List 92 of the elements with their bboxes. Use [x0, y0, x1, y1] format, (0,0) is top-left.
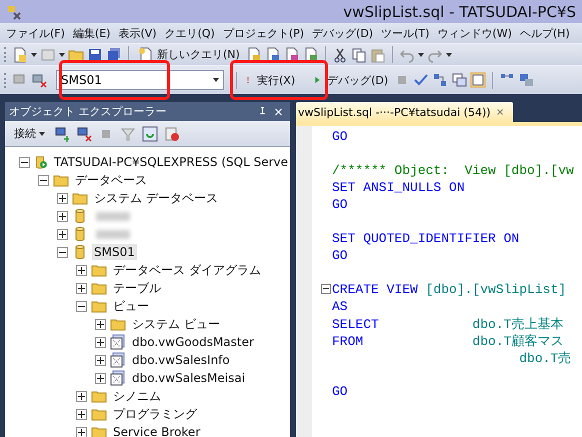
- expand-toggle[interactable]: [76, 408, 87, 420]
- view-icon: [110, 334, 126, 350]
- database-combo[interactable]: SMS01: [56, 70, 224, 90]
- execute-button[interactable]: 実行(X): [243, 71, 298, 89]
- menu-item[interactable]: デバッグ(D): [308, 26, 378, 40]
- caret-icon: [446, 52, 452, 56]
- expand-toggle[interactable]: [76, 390, 87, 402]
- caret-icon: [59, 52, 65, 56]
- collapse-toggle[interactable]: [57, 246, 68, 258]
- tree-item[interactable]: ビュー: [111, 296, 151, 316]
- tree-item[interactable]: シノニム: [111, 386, 163, 406]
- caret-icon: [31, 52, 37, 56]
- expand-toggle[interactable]: [95, 354, 106, 366]
- code-line: SELECT dbo.T売上基本: [332, 316, 564, 332]
- expand-toggle[interactable]: [76, 264, 87, 276]
- tree-item[interactable]: Service Broker: [111, 424, 202, 437]
- tree-item[interactable]: データベース: [73, 170, 149, 190]
- disconnect-icon[interactable]: [31, 72, 47, 88]
- menu-item[interactable]: 表示(V): [114, 26, 161, 40]
- code-line: GO: [332, 197, 348, 212]
- tree-item[interactable]: dbo.vwSalesInfo: [130, 352, 232, 368]
- tree-item[interactable]: dbo.vwSalesMeisai: [130, 370, 248, 386]
- new-document-icon[interactable]: [12, 46, 28, 62]
- query-plan-icon[interactable]: [432, 72, 448, 88]
- expand-toggle[interactable]: [95, 318, 106, 330]
- menu-item[interactable]: ファイル(F): [2, 26, 69, 40]
- connect-icon[interactable]: [54, 126, 70, 142]
- windows-icon[interactable]: [451, 72, 468, 88]
- disconnect-icon[interactable]: [76, 126, 92, 142]
- code-line: dbo.T売: [518, 350, 572, 366]
- expand-toggle[interactable]: [95, 372, 106, 384]
- menu-item[interactable]: クエリ(Q): [160, 26, 219, 40]
- tree-item[interactable]: TATSUDAI-PC¥SQLEXPRESS (SQL Serve: [52, 154, 290, 170]
- code-line: SET ANSI_NULLS ON: [332, 180, 465, 195]
- code-editor[interactable]: GO /****** Object: View [dbo].[vw SET ANSI_NULLS ON GO SET QUOTED_IDENTIFIER ON GO CREATE VIEW [dbo].[vwSlipList] AS SELECT dbo.T売上基本 FROM dbo.T顧客マス dbo.T売 GO: [296, 126, 582, 437]
- collapse-toggle[interactable]: [321, 284, 331, 294]
- document-icon[interactable]: [302, 46, 319, 62]
- computers-icon[interactable]: [518, 72, 534, 88]
- code-line: AS: [332, 299, 348, 314]
- copy-icon[interactable]: [350, 46, 367, 62]
- refresh-icon[interactable]: [142, 126, 158, 142]
- tree-item[interactable]: システム ビュー: [130, 314, 222, 334]
- connect-button[interactable]: 接続: [11, 124, 48, 142]
- expand-toggle[interactable]: [57, 192, 68, 204]
- view-icon: [110, 370, 126, 386]
- document-icon: [138, 46, 154, 62]
- save-all-icon[interactable]: [106, 46, 122, 62]
- collapse-toggle[interactable]: [76, 300, 87, 312]
- code-line: GO: [332, 384, 348, 399]
- save-icon[interactable]: [87, 46, 103, 62]
- panel-title: オブジェクト エクスプローラー: [9, 104, 166, 119]
- caret-icon: [39, 132, 45, 136]
- app-icon: [6, 4, 22, 20]
- document-icon[interactable]: [264, 46, 281, 62]
- document-icon[interactable]: [284, 46, 300, 62]
- code-line: FROM dbo.T顧客マス: [332, 332, 564, 350]
- document-icon[interactable]: [246, 46, 262, 62]
- expand-toggle[interactable]: [57, 210, 68, 222]
- server-icon: [34, 154, 48, 170]
- menu-item[interactable]: ツール(T): [377, 26, 434, 40]
- code-line: SET QUOTED_IDENTIFIER ON: [332, 231, 520, 246]
- delete-icon[interactable]: [164, 126, 180, 142]
- menu-item[interactable]: ウィンドウ(W): [433, 26, 516, 40]
- collapse-toggle[interactable]: [19, 156, 30, 168]
- results-icon[interactable]: [470, 72, 486, 88]
- menu-item[interactable]: ヘルプ(H): [516, 26, 574, 40]
- cut-icon[interactable]: [332, 46, 348, 62]
- menu-item[interactable]: プロジェクト(P): [218, 26, 308, 40]
- caret-icon: [213, 78, 219, 82]
- new-query-button[interactable]: 新しいクエリ(N): [135, 46, 243, 64]
- caret-icon: [418, 52, 424, 56]
- expand-toggle[interactable]: [57, 228, 68, 240]
- tree-item[interactable]: システム データベース: [92, 188, 220, 208]
- collapse-toggle[interactable]: [38, 174, 49, 186]
- tree-item[interactable]: データベース ダイアグラム: [111, 260, 263, 280]
- editor-tab[interactable]: vwSlipList.sql -···-PC¥tatsudai (54)): [296, 102, 513, 122]
- expand-toggle[interactable]: [95, 336, 106, 348]
- code-line: CREATE VIEW [dbo].[vwSlipList]: [332, 282, 566, 297]
- window-title: vwSlipList.sql - TATSUDAI-PC¥S: [343, 2, 576, 20]
- code-comment: /****** Object: View [dbo].[vw: [332, 163, 574, 178]
- menu-item[interactable]: 編集(E): [68, 26, 114, 40]
- code-line: GO: [332, 248, 348, 263]
- tree-item[interactable]: プログラミング: [111, 404, 199, 424]
- expand-toggle[interactable]: [76, 426, 87, 437]
- tree-item[interactable]: SMS01: [92, 244, 137, 260]
- debug-button[interactable]: デバッグ(D): [311, 71, 392, 89]
- tree-item[interactable]: dbo.vwGoodsMaster: [130, 334, 256, 350]
- view-icon: [110, 352, 126, 368]
- tree-item[interactable]: テーブル: [111, 278, 163, 298]
- checkmark-icon[interactable]: [413, 72, 430, 88]
- expand-toggle[interactable]: [76, 282, 87, 294]
- code-line: GO: [332, 129, 348, 144]
